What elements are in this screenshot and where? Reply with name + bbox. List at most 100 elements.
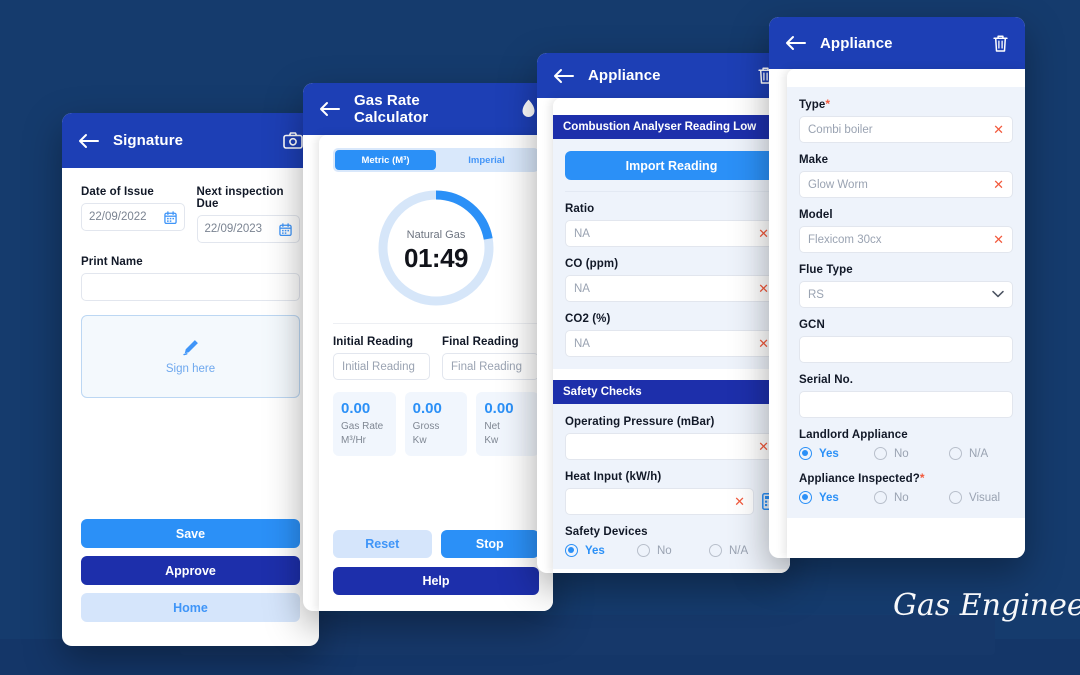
radio-icon[interactable] bbox=[637, 544, 650, 557]
gcn-input[interactable] bbox=[799, 336, 1013, 363]
next-inspection-input[interactable]: 22/09/2023 bbox=[196, 215, 300, 243]
close-icon[interactable]: ✕ bbox=[758, 227, 769, 240]
radio-label: No bbox=[657, 544, 672, 557]
appliance-inspected-label: Appliance Inspected?* bbox=[799, 471, 925, 485]
final-reading-input[interactable]: Final Reading bbox=[442, 353, 539, 380]
brand-watermark: Gas Engineer S bbox=[893, 588, 1080, 623]
results-row: 0.00 Gas Rate M³/Hr 0.00 Gross Kw 0.00 N… bbox=[319, 380, 553, 456]
radio-icon[interactable] bbox=[874, 491, 887, 504]
readings-row: Initial Reading Initial Reading Final Re… bbox=[319, 324, 553, 380]
ratio-value: NA bbox=[574, 227, 590, 240]
gauge-caption: Natural Gas bbox=[406, 229, 466, 241]
result-unit-line1: Gas Rate bbox=[341, 421, 384, 432]
make-input[interactable]: Glow Worm ✕ bbox=[799, 171, 1013, 198]
trash-icon[interactable] bbox=[992, 34, 1009, 53]
close-icon[interactable]: ✕ bbox=[993, 123, 1004, 136]
operating-pressure-label: Operating Pressure (mBar) bbox=[565, 416, 715, 428]
heat-input-field[interactable]: ✕ bbox=[565, 488, 754, 515]
radio-icon[interactable] bbox=[709, 544, 722, 557]
next-inspection-value: 22/09/2023 bbox=[204, 223, 263, 235]
home-button[interactable]: Home bbox=[81, 593, 300, 622]
radio-icon[interactable] bbox=[874, 447, 887, 460]
co-input[interactable]: NA ✕ bbox=[565, 275, 778, 302]
radio-icon[interactable] bbox=[799, 491, 812, 504]
close-icon[interactable]: ✕ bbox=[758, 337, 769, 350]
approve-button[interactable]: Approve bbox=[81, 556, 300, 585]
close-icon[interactable]: ✕ bbox=[734, 495, 745, 508]
close-icon[interactable]: ✕ bbox=[993, 178, 1004, 191]
appliance-combustion-title: Appliance bbox=[588, 67, 661, 84]
flame-icon[interactable] bbox=[520, 99, 537, 119]
serial-no-input[interactable] bbox=[799, 391, 1013, 418]
help-button[interactable]: Help bbox=[333, 567, 539, 595]
arrow-left-icon[interactable] bbox=[785, 35, 806, 51]
safety-devices-radio-row: Yes No N/A bbox=[565, 544, 778, 557]
close-icon[interactable]: ✕ bbox=[758, 440, 769, 453]
gcn-group: GCN bbox=[787, 319, 1025, 363]
arrow-left-icon[interactable] bbox=[553, 68, 574, 84]
radio-icon[interactable] bbox=[949, 491, 962, 504]
safety-devices-label: Safety Devices bbox=[565, 526, 648, 538]
co2-label: CO2 (%) bbox=[565, 313, 611, 325]
inspected-option-no[interactable]: No bbox=[874, 491, 949, 504]
signature-pad[interactable]: Sign here bbox=[81, 315, 300, 398]
import-reading-button[interactable]: Import Reading bbox=[565, 151, 778, 180]
combustion-fields-block: Import Reading Ratio NA ✕ CO (ppm) NA ✕ … bbox=[553, 139, 790, 369]
next-inspection-label: Next inspection Due bbox=[196, 186, 284, 210]
make-value: Glow Worm bbox=[808, 178, 868, 191]
chevron-down-icon[interactable] bbox=[992, 289, 1004, 301]
landlord-option-yes[interactable]: Yes bbox=[799, 447, 874, 460]
date-row: Date of Issue 22/09/2022 Next inspection… bbox=[81, 186, 300, 243]
close-icon[interactable]: ✕ bbox=[758, 282, 769, 295]
radio-icon[interactable] bbox=[949, 447, 962, 460]
print-name-input[interactable] bbox=[81, 273, 300, 301]
timer-gauge: Natural Gas 01:49 bbox=[377, 189, 495, 307]
inspected-option-visual[interactable]: Visual bbox=[949, 491, 1000, 504]
type-input[interactable]: Combi boiler ✕ bbox=[799, 116, 1013, 143]
initial-reading-input[interactable]: Initial Reading bbox=[333, 353, 430, 380]
operating-pressure-group: Operating Pressure (mBar) ✕ bbox=[553, 416, 790, 460]
appliance-details-panel: Appliance Type* Combi boiler ✕ Make Glow… bbox=[769, 17, 1025, 558]
radio-icon[interactable] bbox=[565, 544, 578, 557]
safety-devices-option-yes[interactable]: Yes bbox=[565, 544, 637, 557]
close-icon[interactable]: ✕ bbox=[993, 233, 1004, 246]
landlord-option-na[interactable]: N/A bbox=[949, 447, 988, 460]
safety-devices-option-na[interactable]: N/A bbox=[709, 544, 748, 557]
combustion-section-title: Combustion Analyser Reading Low bbox=[553, 115, 790, 139]
heat-input-label: Heat Input (kW/h) bbox=[565, 471, 662, 483]
inspected-option-yes[interactable]: Yes bbox=[799, 491, 874, 504]
landlord-appliance-group: Landlord Appliance Yes No N/A bbox=[787, 429, 1025, 460]
result-value: 0.00 bbox=[412, 400, 442, 417]
safety-devices-option-no[interactable]: No bbox=[637, 544, 709, 557]
appliance-combustion-panel: Appliance Combustion Analyser Reading Lo… bbox=[537, 53, 790, 573]
result-unit-line1: Net bbox=[484, 421, 500, 432]
radio-icon[interactable] bbox=[799, 447, 812, 460]
stop-button[interactable]: Stop bbox=[440, 530, 539, 558]
arrow-left-icon[interactable] bbox=[78, 133, 99, 149]
tab-imperial[interactable]: Imperial bbox=[436, 150, 537, 170]
operating-pressure-input[interactable]: ✕ bbox=[565, 433, 778, 460]
camera-icon[interactable] bbox=[283, 132, 303, 149]
flue-type-select[interactable]: RS bbox=[799, 281, 1013, 308]
appliance-inspected-radio-row: Yes No Visual bbox=[799, 491, 1013, 504]
result-unit-line2: M³/Hr bbox=[341, 434, 366, 446]
ratio-input[interactable]: NA ✕ bbox=[565, 220, 778, 247]
arrow-left-icon[interactable] bbox=[319, 101, 340, 117]
calendar-icon[interactable] bbox=[279, 222, 292, 236]
calendar-icon[interactable] bbox=[163, 210, 177, 224]
appliance-inspected-group: Appliance Inspected?* Yes No Visual bbox=[787, 471, 1025, 504]
final-reading-group: Final Reading Final Reading bbox=[442, 336, 539, 380]
save-button[interactable]: Save bbox=[81, 519, 300, 548]
reset-button[interactable]: Reset bbox=[333, 530, 432, 558]
heat-input-group: Heat Input (kW/h) ✕ bbox=[553, 471, 790, 515]
date-of-issue-input[interactable]: 22/09/2022 bbox=[81, 203, 185, 231]
radio-label: Yes bbox=[819, 447, 839, 460]
co-label: CO (ppm) bbox=[565, 258, 619, 270]
landlord-option-no[interactable]: No bbox=[874, 447, 949, 460]
co-value: NA bbox=[574, 282, 590, 295]
co2-input[interactable]: NA ✕ bbox=[565, 330, 778, 357]
model-input[interactable]: Flexicom 30cx ✕ bbox=[799, 226, 1013, 253]
tab-metric[interactable]: Metric (M³) bbox=[335, 150, 436, 170]
initial-reading-label: Initial Reading bbox=[333, 336, 414, 348]
gauge-timer-value: 01:49 bbox=[404, 243, 469, 273]
